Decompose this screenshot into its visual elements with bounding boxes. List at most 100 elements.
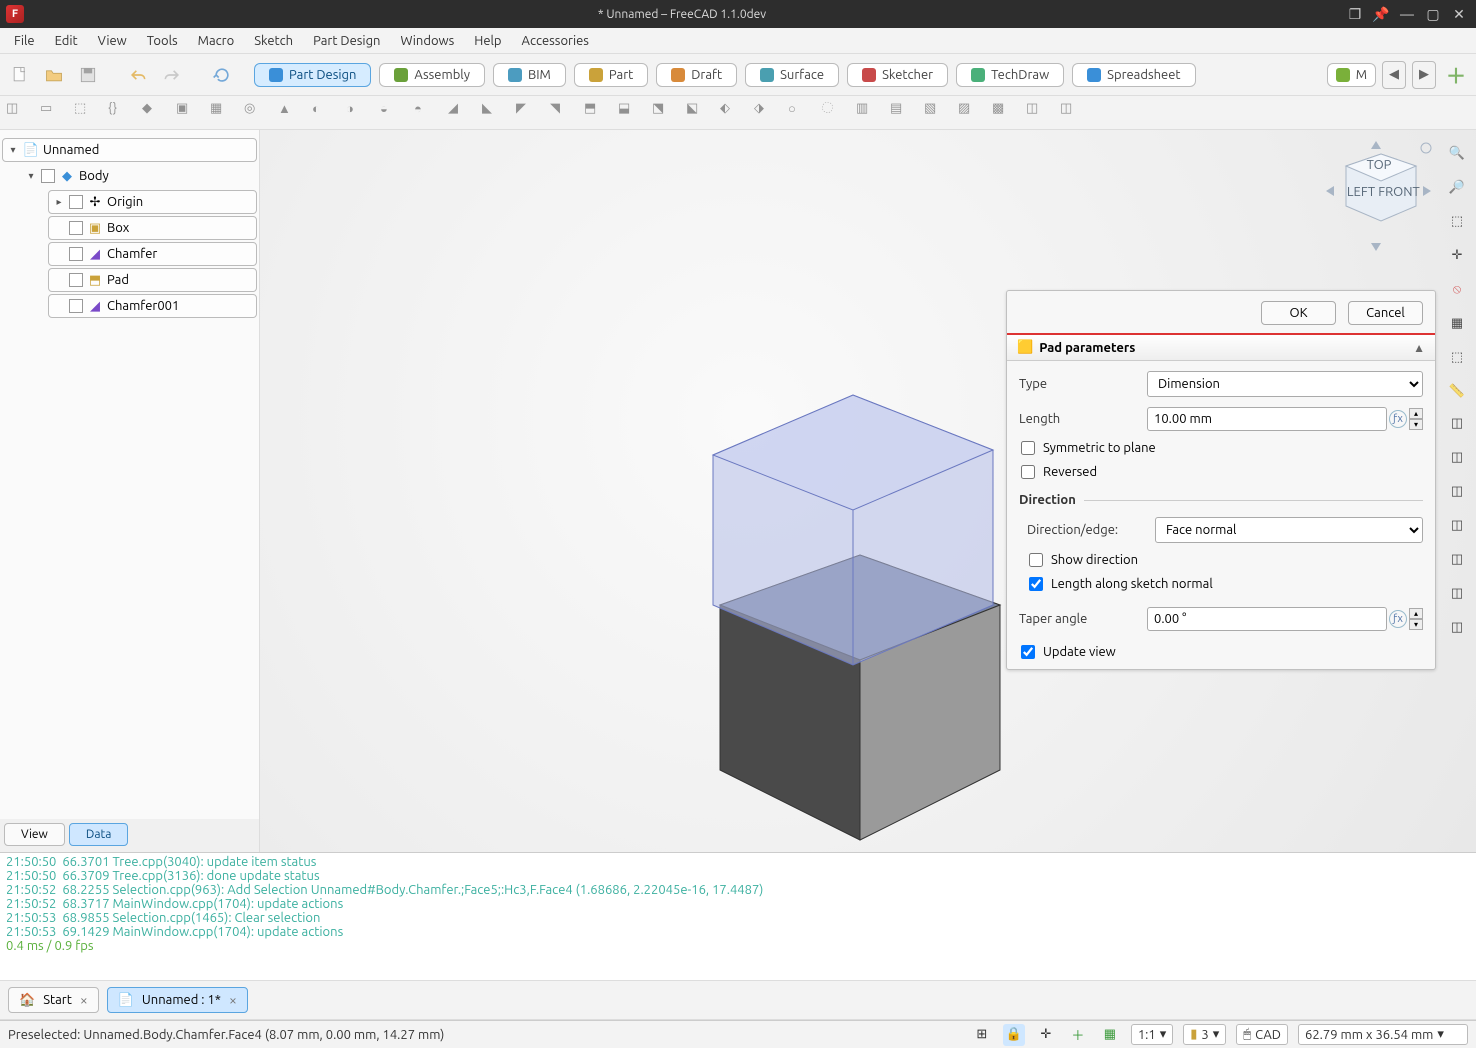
reversed-checkbox[interactable] [1021,465,1035,479]
showdir-checkbox[interactable] [1029,553,1043,567]
redo-icon[interactable] [158,61,186,89]
visibility-checkbox[interactable] [41,169,55,183]
tool-icon-25[interactable]: ▥ [856,101,880,125]
menu-windows[interactable]: Windows [392,32,462,50]
3d-viewport[interactable]: TOP LEFT FRONT 🔍 🔎 ⬚ ✛ ⦸ ▦ ⬚ 📏 ◫ ◫ ◫ [260,130,1476,852]
snap-lock-icon[interactable]: 🔒 [1003,1024,1025,1046]
updateview-checkbox[interactable] [1021,645,1035,659]
tree-item-origin[interactable]: ▸ ✢ Origin [48,190,257,214]
measure-icon[interactable]: 📏 [1444,378,1470,404]
model-tree[interactable]: ▾ 📄 Unnamed ▾ ◆ Body ▸ ✢ Origin ▸ ▣ Box [0,130,259,819]
tool-icon-3[interactable]: {} [108,101,132,125]
chevron-down-icon[interactable]: ▾ [25,170,37,182]
nav-style[interactable]: 🖱CAD [1236,1024,1288,1045]
visibility-checkbox[interactable] [69,299,83,313]
tool-icon-31[interactable]: ◫ [1060,101,1084,125]
workbench-part[interactable]: Part [574,63,648,87]
tool-icon-17[interactable]: ⬒ [584,101,608,125]
view-iso-icon[interactable]: ◫ [1444,410,1470,436]
tool-icon-10[interactable]: ◑ [346,101,370,125]
tool-icon-23[interactable]: ○ [788,101,812,125]
tool-icon-16[interactable]: ◥ [550,101,574,125]
tree-item-chamfer001[interactable]: ▸ ◢ Chamfer001 [48,294,257,318]
tool-icon-28[interactable]: ▨ [958,101,982,125]
diredge-select[interactable]: Face normal [1155,517,1423,543]
tool-icon-6[interactable]: ▦ [210,101,234,125]
tool-icon-14[interactable]: ◣ [482,101,506,125]
tool-icon-18[interactable]: ⬓ [618,101,642,125]
add-workbench-icon[interactable]: ＋ [1442,61,1470,89]
view-left-icon[interactable]: ◫ [1444,614,1470,640]
zoom-selection-icon[interactable]: 🔎 [1444,174,1470,200]
window-min-icon[interactable]: — [1396,3,1418,25]
window-max-icon[interactable]: ▢ [1422,3,1444,25]
tree-body[interactable]: ▾ ◆ Body [20,164,257,188]
close-icon[interactable]: × [80,992,88,1008]
tool-icon-22[interactable]: ⬗ [754,101,778,125]
grid-icon[interactable]: ⊞ [971,1024,993,1046]
zoom-in-icon[interactable]: 🔍 [1444,140,1470,166]
menu-accessories[interactable]: Accessories [514,32,597,50]
view-rear-icon[interactable]: ◫ [1444,546,1470,572]
menu-tools[interactable]: Tools [139,32,186,50]
snap-plane-icon[interactable]: ▦ [1099,1024,1121,1046]
length-input[interactable] [1147,407,1387,431]
undo-icon[interactable] [124,61,152,89]
type-select[interactable]: Dimension [1147,371,1423,397]
tool-icon-9[interactable]: ◐ [312,101,336,125]
view-right-icon[interactable]: ◫ [1444,512,1470,538]
zoom-rect-icon[interactable]: ⬚ [1444,344,1470,370]
tab-data[interactable]: Data [69,823,129,846]
workbench-bim[interactable]: BIM [493,63,566,87]
ok-button[interactable]: OK [1261,301,1336,325]
visibility-checkbox[interactable] [69,195,83,209]
tool-icon-13[interactable]: ◢ [448,101,472,125]
wireframe-icon[interactable]: ▦ [1444,310,1470,336]
view-top-icon[interactable]: ◫ [1444,478,1470,504]
nav-cube[interactable]: TOP LEFT FRONT [1306,136,1436,256]
tree-item-box[interactable]: ▸ ▣ Box [48,216,257,240]
tool-icon-7[interactable]: ◎ [244,101,268,125]
workbench-draft[interactable]: Draft [656,63,737,87]
wb-nav-right[interactable]: ▶ [1412,61,1436,89]
axis-icon[interactable]: ✛ [1444,242,1470,268]
visibility-checkbox[interactable] [69,221,83,235]
cancel-button[interactable]: Cancel [1348,301,1423,325]
scale-select[interactable]: 1:1▾ [1131,1024,1173,1045]
tool-icon-12[interactable]: ◓ [414,101,438,125]
snap-plus-icon[interactable]: ＋ [1067,1024,1089,1046]
task-header[interactable]: 🟨 Pad parameters ▲ [1007,333,1435,361]
save-file-icon[interactable] [74,61,102,89]
tree-root[interactable]: ▾ 📄 Unnamed [2,138,257,162]
workbench-surface[interactable]: Surface [745,63,839,87]
workbench-partdesign[interactable]: Part Design [254,63,371,87]
lennormal-checkbox[interactable] [1029,577,1043,591]
window-multi-icon[interactable]: ❐ [1344,3,1366,25]
tool-icon-4[interactable]: ◆ [142,101,166,125]
iso-view-icon[interactable]: ⬚ [1444,208,1470,234]
open-file-icon[interactable] [40,61,68,89]
tool-icon-2[interactable]: ⬚ [74,101,98,125]
taper-spinner[interactable]: ▴▾ [1409,608,1423,630]
visibility-checkbox[interactable] [69,273,83,287]
menu-file[interactable]: File [6,32,43,50]
expression-icon[interactable]: ƒx [1389,610,1407,628]
expression-icon[interactable]: ƒx [1389,410,1407,428]
menu-macro[interactable]: Macro [190,32,243,50]
tool-icon-27[interactable]: ▧ [924,101,948,125]
tool-icon-0[interactable]: ◫ [6,101,30,125]
menu-edit[interactable]: Edit [47,32,86,50]
window-pin-icon[interactable]: 📌 [1370,3,1392,25]
length-spinner[interactable]: ▴▾ [1409,408,1423,430]
wb-nav-left[interactable]: ◀ [1382,61,1406,89]
collapse-icon[interactable]: ▲ [1413,341,1425,355]
close-icon[interactable]: × [229,992,237,1008]
tool-icon-24[interactable]: ◌ [822,101,846,125]
workbench-assembly[interactable]: Assembly [379,63,485,87]
symmetric-checkbox[interactable] [1021,441,1035,455]
window-close-icon[interactable]: ✕ [1448,3,1470,25]
refresh-icon[interactable] [208,61,236,89]
tool-icon-21[interactable]: ⬖ [720,101,744,125]
tree-item-pad[interactable]: ▸ ⬒ Pad [48,268,257,292]
forbid-icon[interactable]: ⦸ [1444,276,1470,302]
